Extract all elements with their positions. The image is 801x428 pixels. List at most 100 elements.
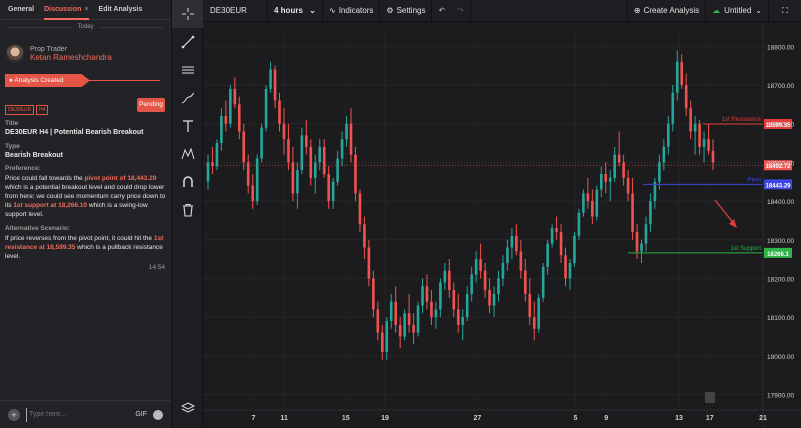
trendline-tool[interactable] bbox=[172, 28, 203, 56]
candle-body bbox=[617, 154, 621, 163]
y-tick-label: 18800.00 bbox=[767, 44, 794, 51]
candle-body bbox=[398, 324, 402, 337]
candle-body bbox=[282, 123, 286, 140]
candle-body bbox=[483, 270, 487, 291]
create-analysis-button[interactable]: ⊕ Create Analysis bbox=[628, 0, 707, 22]
candle-body bbox=[515, 235, 518, 252]
settings-button[interactable]: ⚙ Settings bbox=[380, 0, 433, 22]
candle-body bbox=[296, 170, 299, 194]
candle-body bbox=[327, 174, 330, 202]
timeframe-tag[interactable]: H4 bbox=[36, 105, 49, 115]
layers-tool[interactable] bbox=[172, 394, 203, 422]
indicators-button[interactable]: ∿ Indicators bbox=[323, 0, 381, 22]
snapshot-icon bbox=[705, 392, 715, 403]
magnet-tool[interactable] bbox=[172, 168, 203, 196]
author-name[interactable]: Ketan Rameshchandra bbox=[30, 53, 112, 62]
x-tick-label: 9 bbox=[604, 415, 608, 422]
candle-body bbox=[546, 243, 549, 267]
indicators-icon: ∿ bbox=[329, 6, 336, 15]
add-attachment-button[interactable]: + bbox=[8, 408, 20, 421]
crosshair-icon bbox=[181, 8, 194, 20]
x-tick-label: 5 bbox=[573, 415, 577, 422]
chart-toolbar: DE30EUR 4 hours ⌄ ∿ Indicators ⚙ Settings ↶… bbox=[203, 0, 801, 22]
gif-button[interactable]: GIF bbox=[135, 411, 147, 418]
author-role: Prop Trader bbox=[30, 46, 67, 53]
candle-body bbox=[421, 286, 424, 306]
undo-button[interactable]: ↶ bbox=[432, 0, 451, 22]
symbol-selector[interactable]: DE30EUR bbox=[203, 0, 268, 22]
candle-body bbox=[622, 162, 625, 178]
message-time: 14:54 bbox=[148, 264, 165, 271]
x-tick-label: 7 bbox=[251, 415, 255, 422]
symbol-tag[interactable]: DE30EUR bbox=[5, 105, 35, 115]
tab-general[interactable]: General bbox=[8, 0, 34, 20]
candle-body bbox=[251, 185, 254, 202]
candle-body bbox=[631, 193, 634, 233]
candle-body bbox=[550, 228, 554, 244]
trash-icon bbox=[182, 203, 193, 217]
chart-canvas[interactable]: 711151927591317211st Resistance18599.35P… bbox=[203, 22, 801, 428]
candle-body bbox=[211, 162, 214, 167]
redo-button[interactable]: ↷ bbox=[451, 0, 471, 22]
layout-name: Untitled bbox=[724, 6, 752, 15]
pending-button[interactable]: Pending bbox=[137, 98, 165, 112]
message-input[interactable] bbox=[26, 407, 130, 422]
level-price-label: 18443.29 bbox=[765, 183, 791, 189]
pattern-tool[interactable] bbox=[172, 140, 203, 168]
candle-body bbox=[671, 92, 675, 124]
candle-body bbox=[367, 247, 371, 279]
settings-label: Settings bbox=[396, 6, 426, 15]
preference-text: Price could fall towards the pivot point… bbox=[0, 174, 171, 219]
symbol-label: DE30EUR bbox=[210, 6, 247, 15]
x-tick-label: 13 bbox=[675, 415, 683, 422]
emoji-icon[interactable] bbox=[153, 409, 163, 420]
candle-body bbox=[465, 293, 469, 318]
horizontal-lines-icon bbox=[181, 66, 194, 74]
delete-tool[interactable] bbox=[172, 196, 203, 224]
candle-body bbox=[331, 181, 335, 202]
price-chart[interactable]: 711151927591317211st Resistance18599.35P… bbox=[203, 22, 801, 428]
candle-body bbox=[336, 158, 339, 182]
candle-body bbox=[269, 69, 272, 89]
candle-body bbox=[541, 266, 545, 298]
indicators-label: Indicators bbox=[338, 6, 374, 15]
text-tool[interactable] bbox=[172, 112, 203, 140]
horizontal-lines-tool[interactable] bbox=[172, 56, 203, 84]
candle-body bbox=[667, 123, 670, 147]
alternative-label: Alternative Scenario: bbox=[5, 225, 71, 232]
avatar[interactable] bbox=[6, 45, 24, 63]
y-tick-label: 18500.00 bbox=[767, 160, 794, 167]
candle-body bbox=[246, 162, 250, 186]
brush-tool[interactable] bbox=[172, 84, 203, 112]
timeframe-selector[interactable]: 4 hours ⌄ bbox=[268, 0, 323, 22]
candle-body bbox=[224, 115, 228, 124]
candle-body bbox=[273, 69, 277, 101]
fullscreen-button[interactable]: ⛶ bbox=[769, 0, 801, 22]
candle-body bbox=[564, 255, 567, 279]
redo-icon: ↷ bbox=[457, 6, 464, 15]
candle-body bbox=[452, 290, 456, 310]
crosshair-tool[interactable] bbox=[172, 0, 203, 28]
timeframe-label: 4 hours bbox=[274, 6, 303, 15]
candle-body bbox=[599, 174, 603, 190]
candle-body bbox=[345, 123, 348, 140]
candle-body bbox=[577, 212, 581, 236]
level-name: Pivot bbox=[748, 177, 762, 183]
candle-body bbox=[412, 324, 415, 333]
level-price-label: 18266.1 bbox=[767, 252, 789, 258]
chevron-down-icon: ⌄ bbox=[309, 6, 316, 15]
y-tick-label: 18100.00 bbox=[767, 315, 794, 322]
tab-discussion[interactable]: Discussion × bbox=[44, 0, 89, 20]
y-tick-label: 18000.00 bbox=[767, 354, 794, 361]
close-icon[interactable]: × bbox=[84, 6, 88, 13]
status-row: ● Analysis Created bbox=[0, 70, 171, 92]
layout-selector[interactable]: ☁ Untitled ⌄ bbox=[706, 0, 769, 22]
candle-body bbox=[591, 201, 594, 217]
candle-body bbox=[434, 309, 438, 318]
candle-body bbox=[524, 270, 527, 294]
tab-edit-analysis[interactable]: Edit Analysis bbox=[99, 0, 143, 20]
x-tick-label: 11 bbox=[280, 415, 288, 422]
y-tick-label: 18600.00 bbox=[767, 122, 794, 129]
tag-row: DE30EUR H4 Pending bbox=[0, 98, 171, 118]
candle-body bbox=[389, 301, 393, 322]
